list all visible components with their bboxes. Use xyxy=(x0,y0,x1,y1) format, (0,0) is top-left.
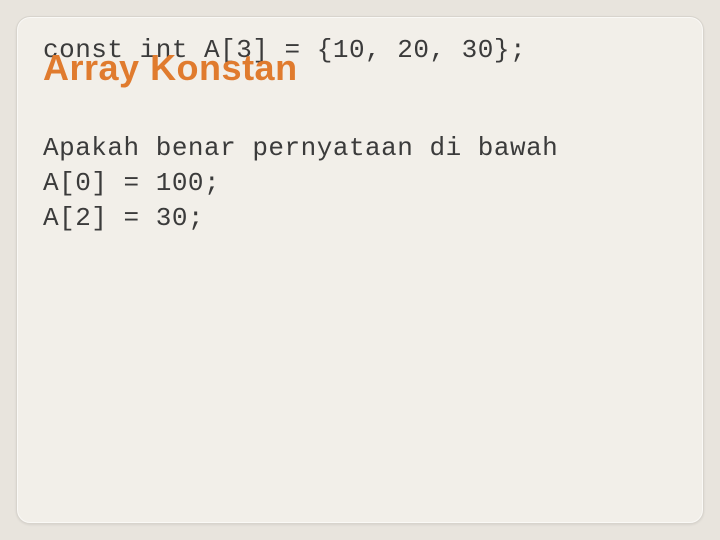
slide-body: Apakah benar pernyataan di bawah A[0] = … xyxy=(43,131,677,236)
slide-frame: const int A[3] = {10, 20, 30}; Array Kon… xyxy=(16,16,704,524)
statement-1: A[0] = 100; xyxy=(43,168,220,198)
statement-2: A[2] = 30; xyxy=(43,203,204,233)
slide-title: Array Konstan xyxy=(43,47,298,89)
slide-header-area: const int A[3] = {10, 20, 30}; Array Kon… xyxy=(43,35,677,91)
question-line: Apakah benar pernyataan di bawah xyxy=(43,133,558,163)
